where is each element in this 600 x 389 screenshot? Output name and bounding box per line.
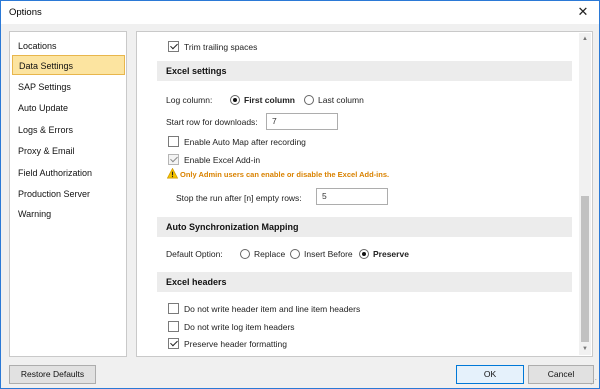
log-column-first-label: First column — [244, 95, 296, 105]
title-bar: Options ✕ — [1, 1, 599, 24]
log-column-last-radio[interactable] — [304, 95, 314, 105]
enable-excel-addin-checkbox[interactable] — [168, 154, 179, 165]
restore-defaults-button[interactable]: Restore Defaults — [9, 365, 96, 384]
excel-settings-header: Excel settings — [157, 61, 572, 81]
sidebar-item-locations[interactable]: Locations — [12, 36, 125, 56]
trim-trailing-label: Trim trailing spaces — [184, 42, 258, 52]
admin-warning-text: Only Admin users can enable or disable t… — [180, 170, 390, 179]
no-log-item-label: Do not write log item headers — [184, 322, 295, 332]
replace-radio[interactable] — [240, 249, 250, 259]
cancel-button[interactable]: Cancel — [528, 365, 594, 384]
close-icon[interactable]: ✕ — [575, 4, 591, 20]
log-column-label: Log column: — [166, 95, 213, 105]
insert-before-radio[interactable] — [290, 249, 300, 259]
stop-run-input[interactable]: 5 — [316, 188, 388, 205]
sidebar-item-auto-update[interactable]: Auto Update — [12, 98, 125, 118]
sidebar-item-logs-errors[interactable]: Logs & Errors — [12, 120, 125, 140]
ok-button[interactable]: OK — [456, 365, 524, 384]
start-row-input[interactable]: 7 — [266, 113, 338, 130]
scroll-thumb[interactable] — [581, 196, 589, 342]
preserve-formatting-checkbox[interactable] — [168, 338, 179, 349]
replace-label: Replace — [254, 249, 286, 259]
vertical-scrollbar[interactable]: ▲ ▼ — [579, 33, 591, 355]
log-column-first-radio[interactable] — [230, 95, 240, 105]
default-option-label: Default Option: — [166, 249, 223, 259]
sidebar: Locations Data Settings SAP Settings Aut… — [9, 31, 127, 357]
no-header-item-label: Do not write header item and line item h… — [184, 304, 361, 314]
enable-auto-map-label: Enable Auto Map after recording — [184, 137, 306, 147]
warning-icon — [167, 168, 178, 179]
scroll-up-icon[interactable]: ▲ — [579, 33, 591, 45]
auto-sync-header: Auto Synchronization Mapping — [157, 217, 572, 237]
insert-before-label: Insert Before — [304, 249, 353, 259]
preserve-formatting-label: Preserve header formatting — [184, 339, 287, 349]
stop-run-label: Stop the run after [n] empty rows: — [176, 193, 302, 203]
no-log-item-checkbox[interactable] — [168, 321, 179, 332]
enable-excel-addin-label: Enable Excel Add-in — [184, 155, 261, 165]
sidebar-item-proxy-email[interactable]: Proxy & Email — [12, 141, 125, 161]
options-window: Options ✕ Locations Data Settings SAP Se… — [0, 0, 600, 389]
preserve-radio[interactable] — [359, 249, 369, 259]
enable-auto-map-checkbox[interactable] — [168, 136, 179, 147]
sidebar-item-sap-settings[interactable]: SAP Settings — [12, 77, 125, 97]
sidebar-item-data-settings[interactable]: Data Settings — [12, 55, 125, 75]
log-column-last-label: Last column — [318, 95, 364, 105]
window-title: Options — [9, 7, 42, 18]
sidebar-item-production-server-warning[interactable]: Production Server Warning — [12, 184, 125, 219]
start-row-label: Start row for downloads: — [166, 117, 258, 127]
settings-panel: Trim trailing spaces Excel settings Log … — [136, 31, 593, 357]
resize-grip-icon[interactable]: ⋰ — [590, 378, 597, 386]
no-header-item-checkbox[interactable] — [168, 303, 179, 314]
sidebar-item-field-authorization[interactable]: Field Authorization — [12, 163, 125, 183]
trim-trailing-checkbox[interactable] — [168, 41, 179, 52]
preserve-label: Preserve — [373, 249, 409, 259]
excel-headers-header: Excel headers — [157, 272, 572, 292]
scroll-down-icon[interactable]: ▼ — [579, 343, 591, 355]
